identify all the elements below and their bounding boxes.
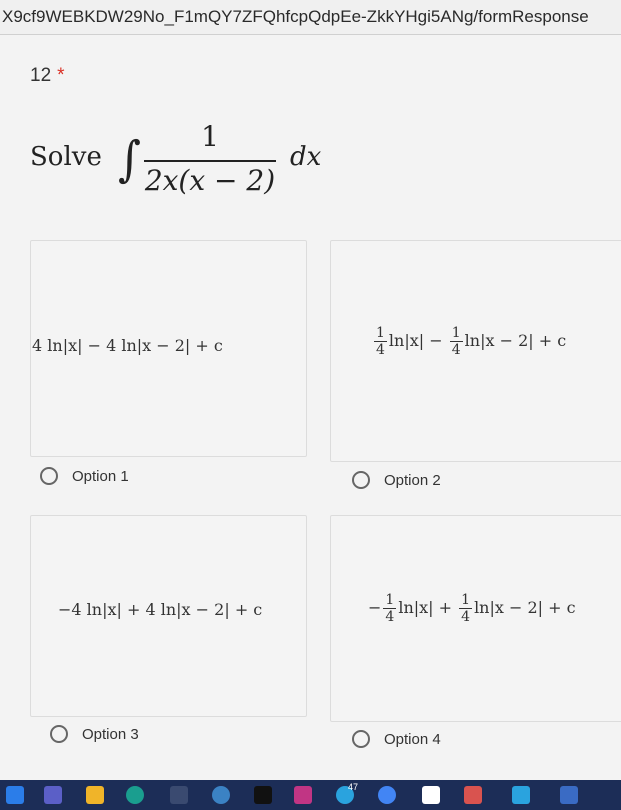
option-3-radio[interactable] [50, 725, 68, 743]
option-4-frac-1-den: 4 [385, 609, 395, 625]
option-4-term-1: ln|x| + [398, 598, 458, 617]
help-icon[interactable] [212, 786, 230, 804]
option-1-label: Option 1 [72, 467, 129, 485]
start-icon[interactable] [6, 786, 24, 804]
notion-icon[interactable] [422, 786, 440, 804]
required-asterisk: * [57, 65, 65, 86]
question-prompt: Solve ∫ 1 2x(x − 2) dx [30, 120, 450, 220]
grid-app-icon[interactable] [170, 786, 188, 804]
option-2-frac-2-num: 1 [449, 325, 463, 342]
option-2-expression: 1 4 ln|x| − 1 4 ln|x − 2| + c [372, 325, 566, 358]
option-4-frac-2-den: 4 [461, 609, 471, 625]
option-2-choice[interactable]: Option 2 [352, 471, 441, 489]
option-2-radio[interactable] [352, 471, 370, 489]
integrand-denominator: 2x(x − 2) [144, 164, 276, 197]
option-4-expression: −1 4 ln|x| + 1 4 ln|x − 2| + c [368, 592, 576, 625]
red-app-icon[interactable] [464, 786, 482, 804]
option-2-frac-1: 14 [374, 325, 387, 358]
option-2-label: Option 2 [384, 471, 441, 489]
taskbar: 47 [0, 780, 621, 810]
teams-icon[interactable] [44, 786, 62, 804]
option-4-term-2: ln|x − 2| + c [474, 598, 576, 617]
option-4-frac-2-num: 1 [459, 592, 473, 609]
integrand-fraction: 1 2x(x − 2) [140, 120, 280, 197]
telegram-badge: 47 [348, 782, 359, 792]
option-4-frac-1: 14 [383, 592, 397, 625]
solve-word: Solve [30, 142, 102, 172]
option-3-label: Option 3 [82, 725, 139, 743]
option-2-frac-2-den: 4 [451, 342, 461, 358]
option-1-expression: 4 ln|x| − 4 ln|x − 2| + c [32, 336, 223, 355]
option-4-frac-1-num: 1 [383, 592, 397, 609]
option-1-radio[interactable] [40, 467, 58, 485]
file-explorer-icon[interactable] [86, 786, 104, 804]
option-2-frac-1-num: 1 [374, 325, 387, 342]
option-4-radio[interactable] [352, 730, 370, 748]
integral-sign: ∫ [118, 131, 141, 188]
question-number-text: 12 [30, 65, 52, 86]
option-4-label: Option 4 [384, 730, 441, 748]
instagram-icon[interactable] [294, 786, 312, 804]
chrome-icon[interactable] [378, 786, 396, 804]
fraction-bar [144, 160, 276, 162]
send-icon[interactable] [512, 786, 530, 804]
option-2-frac-2: 14 [449, 325, 463, 358]
option-1-choice[interactable]: Option 1 [40, 467, 129, 485]
option-4-frac-2: 14 [459, 592, 473, 625]
option-2-frac-1-den: 4 [376, 342, 385, 358]
option-2-term-1: ln|x| − [388, 331, 448, 350]
question-number: 12 * [30, 65, 65, 87]
edge-icon[interactable] [126, 786, 144, 804]
integrand-numerator: 1 [201, 120, 219, 153]
address-bar[interactable]: X9cf9WEBKDW29No_F1mQY7ZFQhfcpQdpEe-ZkkYH… [0, 0, 621, 35]
option-4-choice[interactable]: Option 4 [352, 730, 441, 748]
option-2-term-2: ln|x − 2| + c [464, 331, 567, 350]
form-page: 12 * Solve ∫ 1 2x(x − 2) dx 4 ln|x| − 4 l… [0, 35, 621, 780]
blue-app-icon[interactable] [560, 786, 578, 804]
option-3-expression: −4 ln|x| + 4 ln|x − 2| + c [58, 600, 263, 619]
option-3-choice[interactable]: Option 3 [50, 725, 139, 743]
tiktok-icon[interactable] [254, 786, 272, 804]
differential: dx [290, 142, 322, 172]
option-4-minus: − [368, 598, 382, 617]
